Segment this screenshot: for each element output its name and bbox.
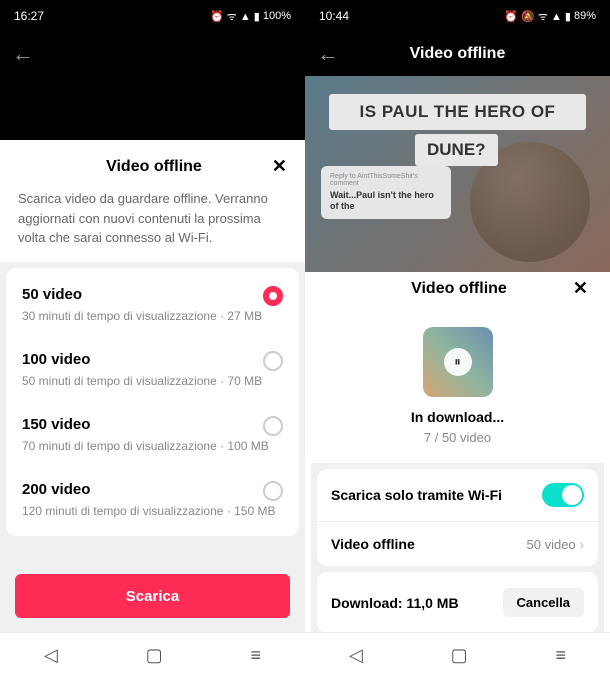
sheet-title: Video offline [36, 158, 272, 176]
sheet-header: Video offline ✕ [0, 156, 305, 189]
option-sub: 30 minuti di tempo di visualizzazione · … [22, 309, 283, 323]
wifi-only-row[interactable]: Scarica solo tramite Wi-Fi [317, 469, 598, 521]
option-50[interactable]: 50 video 30 minuti di tempo di visualizz… [6, 272, 299, 337]
options-list: 50 video 30 minuti di tempo di visualizz… [0, 262, 305, 565]
android-nav-bar: ◁ ▢ ≡ [305, 632, 610, 678]
download-size-label: Download: 11,0 MB [331, 595, 459, 611]
header-bar: ← Video offline [305, 32, 610, 76]
video-offline-value: 50 video › [527, 537, 585, 552]
option-sub: 70 minuti di tempo di visualizzazione · … [22, 439, 283, 453]
status-time: 10:44 [319, 9, 349, 23]
option-title: 150 video [22, 416, 283, 433]
wifi-toggle[interactable] [542, 483, 584, 507]
video-caption-2: DUNE? [415, 134, 498, 166]
video-preview[interactable]: IS PAUL THE HERO OF DUNE? Reply to AintT… [305, 76, 610, 272]
radio-icon[interactable] [263, 481, 283, 501]
cancel-button[interactable]: Cancella [503, 588, 584, 617]
nav-recent-icon[interactable]: ≡ [556, 645, 567, 666]
nav-home-icon[interactable]: ▢ [146, 645, 163, 666]
download-progress-area: ⏸ In download... 7 / 50 video [311, 313, 604, 463]
option-150[interactable]: 150 video 70 minuti di tempo di visualiz… [6, 402, 299, 467]
video-thumbnail[interactable]: ⏸ [423, 327, 493, 397]
video-offline-row[interactable]: Video offline 50 video › [317, 521, 598, 566]
status-right: ⏰ ᯤ ▲ ▮ 100% [210, 9, 291, 24]
phone-left: 16:27 ⏰ ᯤ ▲ ▮ 100% ← Video offline ✕ Sca… [0, 0, 305, 678]
header-bar: ← [0, 32, 305, 76]
nav-back-icon[interactable]: ◁ [349, 645, 363, 666]
radio-selected-icon[interactable] [263, 286, 283, 306]
option-title: 50 video [22, 286, 283, 303]
sheet-title: Video offline [345, 280, 573, 298]
sheet-description: Scarica video da guardare offline. Verra… [0, 189, 305, 262]
nav-back-icon[interactable]: ◁ [44, 645, 58, 666]
option-100[interactable]: 100 video 50 minuti di tempo di visualiz… [6, 337, 299, 402]
download-status: In download... [411, 409, 504, 425]
status-time: 16:27 [14, 9, 44, 23]
reply-comment-box: Reply to AintThisSomeShit's comment Wait… [321, 166, 451, 219]
option-200[interactable]: 200 video 120 minuti di tempo di visuali… [6, 467, 299, 532]
nav-home-icon[interactable]: ▢ [451, 645, 468, 666]
status-right: ⏰ 🔕 ᯤ ▲ ▮ 89% [504, 9, 596, 24]
close-icon[interactable]: ✕ [573, 278, 588, 299]
radio-icon[interactable] [263, 416, 283, 436]
radio-icon[interactable] [263, 351, 283, 371]
download-button[interactable]: Scarica [15, 574, 290, 618]
option-title: 200 video [22, 481, 283, 498]
android-nav-bar: ◁ ▢ ≡ [0, 632, 305, 678]
status-icons: ⏰ 🔕 ᯤ ▲ ▮ [504, 9, 571, 24]
reply-text: Wait...Paul isn't the hero of the [330, 190, 442, 212]
page-title: Video offline [305, 45, 610, 63]
settings-block: Scarica solo tramite Wi-Fi Video offline… [311, 463, 604, 632]
wifi-only-label: Scarica solo tramite Wi-Fi [331, 487, 502, 503]
option-title: 100 video [22, 351, 283, 368]
download-summary-row: Download: 11,0 MB Cancella [317, 572, 598, 632]
reply-label: Reply to AintThisSomeShit's comment [330, 173, 442, 187]
status-bar: 10:44 ⏰ 🔕 ᯤ ▲ ▮ 89% [305, 0, 610, 32]
option-sub: 50 minuti di tempo di visualizzazione · … [22, 374, 283, 388]
status-bar: 16:27 ⏰ ᯤ ▲ ▮ 100% [0, 0, 305, 32]
phone-right: 10:44 ⏰ 🔕 ᯤ ▲ ▮ 89% ← Video offline IS P… [305, 0, 610, 678]
nav-recent-icon[interactable]: ≡ [251, 645, 262, 666]
bottom-sheet: Video offline ✕ ⏸ In download... 7 / 50 … [311, 264, 604, 632]
pause-icon[interactable]: ⏸ [444, 348, 472, 376]
close-icon[interactable]: ✕ [272, 156, 287, 177]
chevron-right-icon: › [580, 537, 584, 552]
status-icons: ⏰ ᯤ ▲ ▮ [210, 9, 260, 24]
video-caption-1: IS PAUL THE HERO OF [329, 94, 586, 130]
option-sub: 120 minuti di tempo di visualizzazione ·… [22, 504, 283, 518]
back-arrow-icon[interactable]: ← [317, 41, 339, 67]
back-arrow-icon[interactable]: ← [12, 41, 34, 67]
bottom-sheet: Video offline ✕ Scarica video da guardar… [0, 140, 305, 632]
download-button-wrap: Scarica [0, 564, 305, 632]
battery-text: 100% [263, 10, 291, 22]
battery-text: 89% [574, 10, 596, 22]
video-dark-area: ← [0, 32, 305, 140]
video-offline-label: Video offline [331, 536, 415, 552]
download-count: 7 / 50 video [424, 430, 491, 445]
video-header-area: ← Video offline IS PAUL THE HERO OF DUNE… [305, 32, 610, 272]
